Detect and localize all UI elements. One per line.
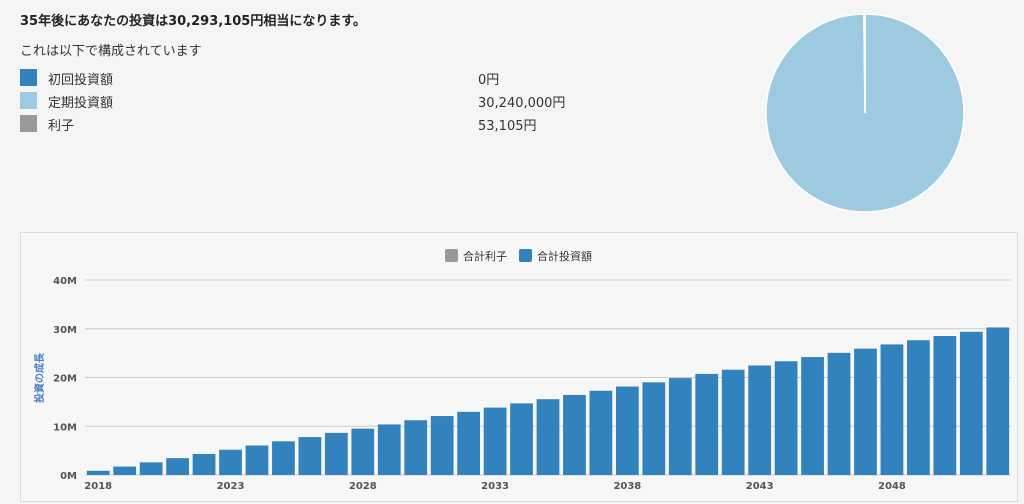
x-tick-label: 2018 — [84, 481, 112, 492]
legend-label: 合計利子 — [463, 249, 507, 263]
bar-invested — [933, 336, 957, 475]
bar-invested — [139, 462, 163, 475]
x-tick-label: 2038 — [613, 481, 641, 492]
bar-invested — [219, 449, 242, 475]
bar-invested — [668, 378, 692, 475]
bar-invested — [986, 327, 1010, 475]
y-tick-label: 20M — [53, 374, 77, 385]
bar-invested — [483, 407, 507, 475]
x-tick-label: 2033 — [481, 481, 509, 492]
growth-bar-chart: 合計利子 合計投資額 0M 10M 20M 30M 40M 投資の成長 2018 2023 2028… — [33, 249, 1011, 492]
y-tick-label: 40M — [53, 276, 77, 287]
result-headline: 35年後にあなたの投資は30,293,105円相当になります。 — [20, 14, 367, 29]
regular-swatch — [20, 92, 37, 109]
bar-invested — [430, 416, 454, 475]
legend-swatch — [519, 249, 532, 262]
bar-invested — [589, 390, 613, 475]
bar-invested — [536, 399, 560, 475]
bar-invested — [959, 331, 983, 475]
composition-pie-chart — [765, 13, 965, 213]
x-tick-label: 2043 — [746, 481, 774, 492]
breakdown-value: 53,105円 — [478, 119, 537, 134]
bar-invested — [457, 411, 481, 475]
breakdown-label: 利子 — [48, 119, 75, 134]
y-tick-label: 30M — [53, 325, 77, 336]
bar-invested — [907, 340, 930, 475]
bar-invested — [748, 365, 772, 475]
bar-invested — [192, 453, 216, 475]
legend-swatch — [445, 249, 458, 262]
bar-invested — [298, 437, 322, 475]
bar-invested — [854, 348, 877, 475]
growth-chart-panel: 合計利子 合計投資額 0M 10M 20M 30M 40M 投資の成長 2018 2023 2028… — [20, 232, 1018, 502]
legend-label: 合計投資額 — [537, 249, 592, 263]
bar-invested — [801, 357, 824, 475]
bar-invested — [880, 344, 904, 475]
bar-invested — [510, 403, 533, 475]
breakdown-value: 30,240,000円 — [478, 96, 566, 111]
bar-invested — [351, 428, 375, 475]
breakdown-value: 0円 — [478, 73, 500, 88]
breakdown-row-interest: 利子 53,105円 — [20, 114, 580, 137]
bar-invested — [113, 466, 137, 475]
y-tick-label: 10M — [53, 422, 77, 433]
breakdown-row-initial: 初回投資額 0円 — [20, 68, 580, 91]
bar-invested — [615, 386, 639, 475]
bar-invested — [827, 352, 851, 475]
composition-intro: これは以下で構成されています — [20, 44, 202, 59]
breakdown-label: 初回投資額 — [48, 73, 114, 88]
bar-invested — [245, 445, 269, 475]
bar-invested — [166, 458, 189, 475]
breakdown-list: 初回投資額 0円 定期投資額 30,240,000円 利子 53,105円 — [20, 68, 580, 137]
bar-invested — [695, 373, 719, 475]
breakdown-row-regular: 定期投資額 30,240,000円 — [20, 91, 580, 114]
bar-invested — [404, 420, 428, 475]
bar-invested — [86, 470, 110, 475]
initial-swatch — [20, 69, 37, 86]
chart-legend: 合計利子 合計投資額 — [445, 249, 592, 263]
bar-invested — [377, 424, 401, 475]
breakdown-label: 定期投資額 — [48, 96, 114, 111]
bar-invested — [272, 441, 295, 475]
x-tick-label: 2028 — [349, 481, 377, 492]
x-tick-label: 2023 — [217, 481, 245, 492]
interest-swatch — [20, 115, 37, 132]
y-axis-title: 投資の成長 — [33, 352, 46, 403]
bar-invested — [721, 369, 745, 475]
bar-invested — [563, 394, 586, 475]
y-tick-label: 0M — [60, 471, 77, 482]
bar-invested — [642, 382, 666, 475]
bar-invested — [324, 432, 348, 475]
x-tick-label: 2048 — [878, 481, 906, 492]
bar-invested — [774, 361, 798, 475]
